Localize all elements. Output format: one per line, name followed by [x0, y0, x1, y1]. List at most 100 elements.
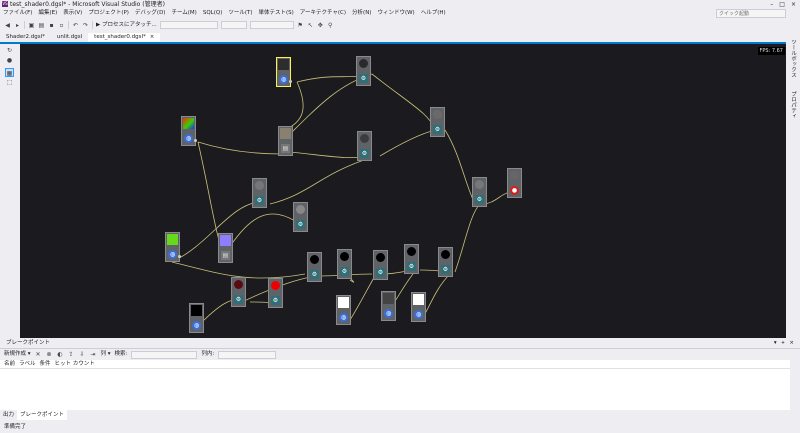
menu-help[interactable]: ヘルプ(H) — [418, 9, 449, 18]
node-darkred[interactable]: ⚙ — [231, 277, 246, 307]
search-input[interactable] — [131, 350, 198, 359]
output-port[interactable] — [178, 255, 181, 258]
maximize-button[interactable]: □ — [779, 0, 785, 9]
tab-output[interactable]: 出力 — [0, 410, 17, 420]
export-icon[interactable]: ⇪ — [68, 351, 75, 358]
properties-tab[interactable]: プロパティ — [789, 91, 797, 119]
new-project-icon[interactable]: ▣ — [28, 22, 35, 29]
node-preview — [296, 205, 305, 214]
refresh-icon[interactable]: ↻ — [5, 46, 14, 55]
sphere-icon: ◍ — [414, 310, 423, 319]
save-icon[interactable]: ▪ — [48, 22, 55, 29]
node-black-4[interactable]: ⚙ — [404, 244, 419, 274]
toolbar-combo-2[interactable] — [220, 21, 247, 29]
toggle-icon[interactable]: ◐ — [57, 351, 64, 358]
zoom-icon[interactable]: ⚲ — [327, 22, 334, 29]
node-gray-square[interactable]: ◍ — [381, 291, 396, 321]
import-icon[interactable]: ⇩ — [79, 351, 86, 358]
menu-architecture[interactable]: アーキテクチャ(C) — [297, 9, 349, 18]
select-icon[interactable]: ↖ — [307, 22, 314, 29]
node-right-gear[interactable]: ⚙ — [430, 107, 445, 137]
node-top-gear[interactable]: ⚙ — [356, 56, 371, 86]
menu-team[interactable]: チーム(M) — [168, 9, 199, 18]
menu-window[interactable]: ウィンドウ(W) — [374, 9, 417, 18]
node-black-3[interactable]: ⚙ — [373, 250, 388, 280]
node-output[interactable]: ● — [507, 168, 522, 198]
column-condition[interactable]: 条件 — [40, 360, 51, 368]
preview-box-icon[interactable]: ▦ — [5, 68, 14, 77]
back-icon[interactable]: ◀ — [4, 22, 11, 29]
in-column-label: 列内: — [201, 351, 215, 357]
delete-icon[interactable]: ✕ — [35, 351, 42, 358]
save-all-icon[interactable]: ▫ — [58, 22, 65, 29]
menu-file[interactable]: ファイル(F) — [0, 9, 35, 18]
tab-unlit[interactable]: unlit.dgsl — [51, 33, 88, 42]
column-label[interactable]: ラベル — [19, 360, 36, 368]
tab-label: Shader2.dgsl* — [6, 34, 45, 40]
node-gear-a[interactable]: ⚙ — [252, 178, 267, 208]
menu-view[interactable]: 表示(V) — [60, 9, 85, 18]
node-gear-b[interactable]: ⚙ — [293, 202, 308, 232]
menu-unit-test[interactable]: 単体テスト(S) — [256, 9, 297, 18]
preview-plane-icon[interactable]: ⬚ — [5, 78, 14, 87]
toolbox-tab[interactable]: ツールボックス — [789, 39, 797, 78]
visual-studio-icon: VS — [2, 1, 8, 7]
node-mid-gear[interactable]: ⚙ — [357, 131, 372, 161]
undo-icon[interactable]: ↶ — [72, 22, 79, 29]
pan-icon[interactable]: ✥ — [317, 22, 324, 29]
output-port[interactable] — [194, 139, 197, 142]
node-white-2[interactable]: ◍ — [411, 292, 426, 322]
shader-graph-canvas[interactable]: FPS: 7.67 ◍ ⚙ ◍ ▤ ⚙ ⚙ ⚙ ⚙ ⚙ ● ◍ ▤ ◍ ⚙ ⚙ … — [20, 44, 786, 338]
delete-all-icon[interactable]: ⊗ — [46, 351, 53, 358]
node-black-1[interactable]: ⚙ — [307, 252, 322, 282]
menu-edit[interactable]: 編集(E) — [35, 9, 60, 18]
new-breakpoint-button[interactable]: 新規作成 ▾ — [4, 350, 31, 359]
tab-test-shader0[interactable]: test_shader0.dgsl* × — [88, 33, 161, 42]
close-button[interactable]: × — [791, 0, 796, 9]
node-purple-texture[interactable]: ▤ — [218, 233, 233, 263]
preview-sphere-icon[interactable]: ● — [5, 56, 14, 65]
columns-button[interactable]: 列 ▾ — [101, 350, 111, 359]
node-green-color[interactable]: ◍ — [165, 232, 181, 262]
node-red[interactable]: ⚙ — [268, 278, 283, 308]
goto-source-icon[interactable]: ⇥ — [90, 351, 97, 358]
node-black-2[interactable]: ⚙ — [337, 249, 352, 279]
toolbar-combo-3[interactable] — [249, 21, 294, 29]
node-preview — [234, 280, 243, 289]
node-gradient-texture[interactable]: ◍ — [181, 116, 197, 146]
node-white-1[interactable]: ◍ — [336, 295, 351, 325]
gear-icon: ⚙ — [310, 270, 319, 279]
flag-icon[interactable]: ⚑ — [297, 22, 304, 29]
redo-icon[interactable]: ↷ — [82, 22, 89, 29]
node-final-gear[interactable]: ⚙ — [472, 177, 487, 207]
menu-debug[interactable]: デバッグ(D) — [132, 9, 169, 18]
panel-dropdown-icon[interactable]: ▾ — [774, 339, 777, 348]
output-port[interactable] — [289, 80, 292, 83]
node-preview — [280, 128, 291, 139]
toolbar-combo-1[interactable] — [159, 21, 218, 29]
in-column-select[interactable] — [218, 350, 277, 359]
open-file-icon[interactable]: ▤ — [38, 22, 45, 29]
menu-tools[interactable]: ツール(T) — [225, 9, 255, 18]
node-black-texture[interactable]: ◍ — [189, 303, 204, 333]
node-black-5[interactable]: ⚙ — [438, 247, 453, 277]
menu-sql[interactable]: SQL(Q) — [200, 9, 226, 18]
attach-process-button[interactable]: ▶ プロセスにアタッチ... — [96, 21, 157, 30]
menu-analyze[interactable]: 分析(N) — [349, 9, 374, 18]
pin-icon[interactable]: ᚐ — [782, 339, 785, 348]
node-selected-sphere[interactable]: ◍ — [276, 57, 292, 87]
panel-close-icon[interactable]: × — [789, 339, 794, 348]
column-hit-count[interactable]: ヒット カウント — [55, 360, 95, 368]
forward-icon[interactable]: ▸ — [14, 22, 21, 29]
tab-close-icon[interactable]: × — [150, 34, 155, 40]
tab-breakpoints[interactable]: ブレークポイント — [17, 410, 68, 420]
node-preview — [191, 305, 202, 316]
gear-icon: ⚙ — [441, 265, 450, 274]
breakpoints-list[interactable]: 名前 ラベル 条件 ヒット カウント — [0, 360, 790, 410]
menu-project[interactable]: プロジェクト(P) — [85, 9, 132, 18]
quick-launch-input[interactable]: クイック起動 — [716, 9, 786, 18]
minimize-button[interactable]: – — [770, 0, 773, 9]
node-noise-texture[interactable]: ▤ — [278, 126, 293, 156]
column-name[interactable]: 名前 — [4, 360, 15, 368]
tab-shader2[interactable]: Shader2.dgsl* — [0, 33, 51, 42]
